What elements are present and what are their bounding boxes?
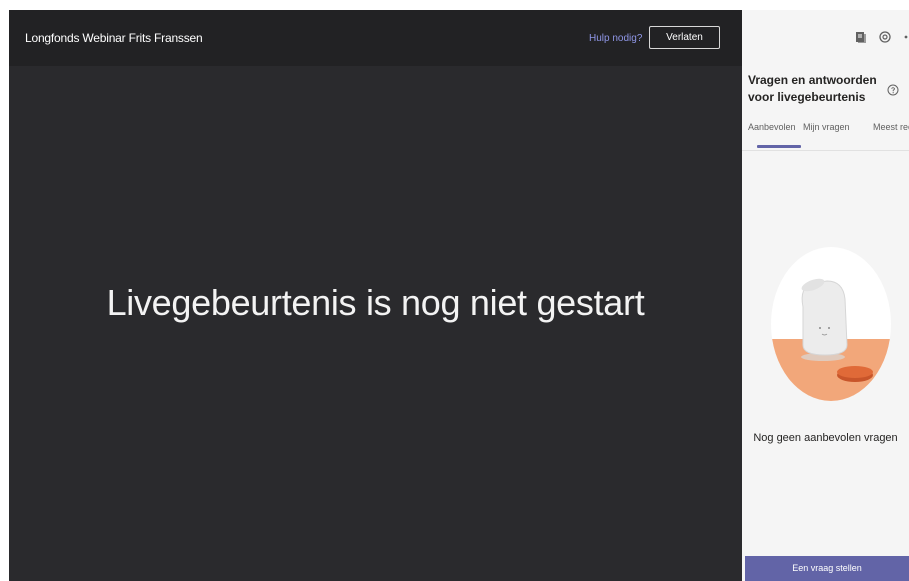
tab-my-questions[interactable]: Mijn vragen (803, 122, 850, 132)
panel-title: Vragen en antwoorden voor livegebeurteni… (748, 73, 877, 104)
qa-tabs: Aanbevolen Mijn vragen Meest rec (742, 118, 909, 151)
settings-icon[interactable] (878, 30, 892, 44)
app-root: Longfonds Webinar Frits Franssen Hulp no… (0, 0, 909, 581)
more-icon[interactable] (902, 30, 909, 44)
help-link[interactable]: Hulp nodig? (589, 33, 642, 44)
empty-state-message: Nog geen aanbevolen vragen (753, 432, 898, 444)
stage-header: Longfonds Webinar Frits Franssen Hulp no… (9, 10, 742, 66)
help-icon[interactable] (887, 84, 899, 96)
tab-recommended[interactable]: Aanbevolen (748, 122, 796, 132)
qa-panel: Vragen en antwoorden voor livegebeurteni… (742, 10, 909, 581)
event-title: Longfonds Webinar Frits Franssen (25, 31, 203, 45)
notes-icon[interactable] (854, 30, 868, 44)
event-status-message: Livegebeurtenis is nog niet gestart (106, 282, 645, 323)
active-tab-indicator (757, 145, 801, 148)
leave-button[interactable]: Verlaten (649, 26, 720, 49)
tab-most-recent[interactable]: Meest rec (873, 122, 909, 132)
live-event-stage: Longfonds Webinar Frits Franssen Hulp no… (9, 10, 742, 581)
ask-question-button[interactable]: Een vraag stellen (745, 556, 909, 581)
empty-state-illustration (771, 247, 891, 401)
